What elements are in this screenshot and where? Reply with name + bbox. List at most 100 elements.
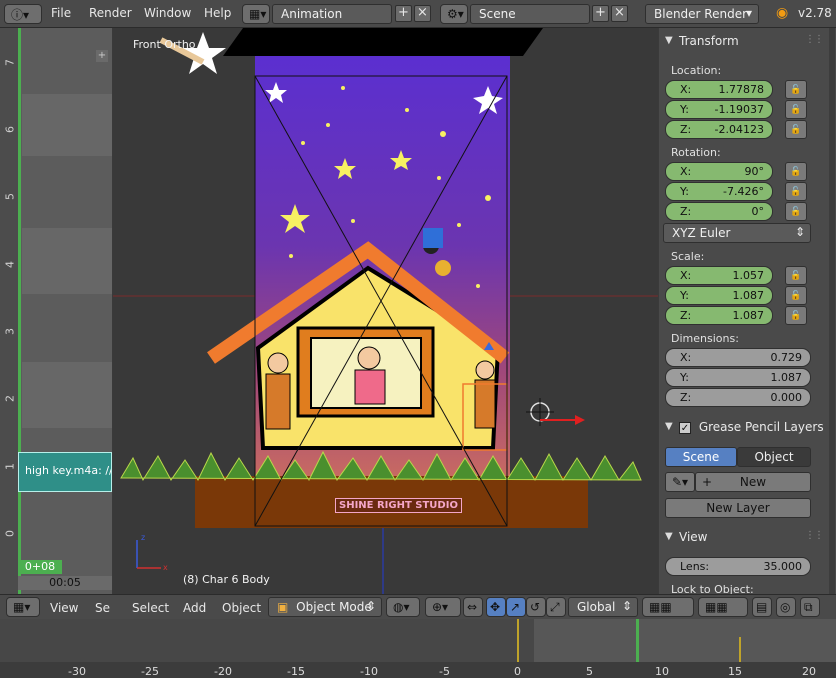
layout-icon[interactable]: ▦▾ [242, 4, 270, 24]
lock-icon[interactable]: 🔓 [785, 286, 807, 305]
lock-icon[interactable]: 🔓 [785, 202, 807, 221]
sequencer-editor[interactable]: 7 6 5 4 3 2 1 0 + [0, 28, 112, 594]
screenshot-icon[interactable]: ⧉ [800, 597, 820, 617]
lens-field[interactable]: Lens: 35.000 [665, 557, 811, 576]
sound-strip[interactable]: high key.m4a: //../ [18, 452, 112, 492]
time-label: 00:05 [18, 576, 112, 590]
grease-pencil-header[interactable]: ▼ ✓ Grease Pencil Layers [659, 416, 829, 438]
dimension-z-field[interactable]: Z: 0.000 [665, 388, 811, 407]
tick-label: -25 [141, 665, 159, 678]
lock-icon[interactable]: 🔓 [785, 120, 807, 139]
menu-help[interactable]: Help [204, 6, 231, 20]
lock-icon[interactable]: 🔓 [785, 182, 807, 201]
view-label: Front Ortho [133, 38, 196, 51]
editor-type-button[interactable]: ⓘ▾ [4, 4, 42, 24]
lock-icon[interactable]: 🔓 [785, 100, 807, 119]
orientation-select[interactable]: Global ⇕ [568, 597, 638, 617]
rotate-icon[interactable]: ↺ [526, 597, 546, 617]
lock-layers-icon[interactable]: ▤ [752, 597, 772, 617]
scale-x-field[interactable]: X: 1.057 [665, 266, 773, 285]
gp-object-tab[interactable]: Object [737, 447, 811, 467]
chevron-updown-icon: ⇕ [365, 599, 376, 613]
gp-pencil-icon[interactable]: ✎▾ [665, 472, 695, 492]
render-engine-select[interactable]: Blender Render ▾ [645, 4, 759, 24]
keyframe-marker[interactable] [517, 619, 519, 663]
collapse-triangle-icon: ▼ [665, 531, 673, 542]
add-workspace-icon[interactable]: + [395, 5, 412, 22]
drag-grip-icon[interactable]: ⋮⋮ [805, 34, 824, 45]
workspace-field[interactable]: Animation [272, 4, 392, 24]
scale-icon[interactable]: ⤢ [546, 597, 566, 617]
active-object-label: (8) Char 6 Body [183, 573, 270, 586]
version-label: v2.78 [798, 6, 832, 20]
menu-file[interactable]: File [51, 6, 71, 20]
add-region-icon[interactable]: + [96, 50, 108, 62]
mode-select[interactable]: ▣ Object Mode ⇕ [268, 597, 382, 617]
rotation-label: Rotation: [671, 146, 721, 159]
svg-text:z: z [141, 533, 145, 542]
tick-label: -20 [214, 665, 232, 678]
layers-grid-icon[interactable]: ▦▦ [642, 597, 694, 617]
manipulator-icon[interactable]: ✥ [486, 597, 506, 617]
scale-z-field[interactable]: Z: 1.087 [665, 306, 773, 325]
checkbox-checked-icon[interactable]: ✓ [679, 422, 691, 434]
tick-label: 10 [655, 665, 669, 678]
rotation-z-field[interactable]: Z: 0° [665, 202, 773, 221]
add-scene-icon[interactable]: + [592, 5, 609, 22]
layers-grid-icon[interactable]: ▦▦ [698, 597, 748, 617]
gp-new-button[interactable]: + New [695, 472, 811, 492]
gp-scene-tab[interactable]: Scene [665, 447, 737, 467]
scene-field[interactable]: Scene [470, 4, 590, 24]
channel-number: 6 [3, 126, 17, 133]
rotation-y-field[interactable]: Y: -7.426° [665, 182, 773, 201]
properties-panel[interactable]: ▼ Transform ⋮⋮ Location: X: 1.77878 🔓 Y: -… [659, 28, 836, 594]
drag-grip-icon[interactable]: ⋮⋮ [805, 530, 824, 541]
scale-y-field[interactable]: Y: 1.087 [665, 286, 773, 305]
rotation-x-field[interactable]: X: 90° [665, 162, 773, 181]
dimensions-label: Dimensions: [671, 332, 739, 345]
panel-scrollbar[interactable] [829, 28, 835, 594]
blender-logo-icon: ◉ [776, 5, 789, 21]
scene-icon[interactable]: ⚙▾ [440, 4, 468, 24]
pivot-icon[interactable]: ⊕▾ [425, 597, 461, 617]
menu-select[interactable]: Select [132, 601, 169, 615]
menu-render[interactable]: Render [89, 6, 132, 20]
tick-label: 20 [802, 665, 816, 678]
dimension-x-field[interactable]: X: 0.729 [665, 348, 811, 367]
menu-object[interactable]: Object [222, 601, 261, 615]
transform-header[interactable]: ▼ Transform ⋮⋮ [659, 30, 829, 52]
lock-icon[interactable]: 🔓 [785, 162, 807, 181]
close-workspace-icon[interactable]: × [414, 5, 431, 22]
view-header[interactable]: ▼ View ⋮⋮ [659, 526, 829, 548]
editor-type-button[interactable]: ▦▾ [6, 597, 40, 617]
cube-icon: ▣ [277, 600, 289, 614]
render-icon[interactable]: ◎ [776, 597, 796, 617]
seq-menu-view[interactable]: View [50, 601, 78, 615]
new-layer-button[interactable]: New Layer [665, 498, 811, 518]
close-scene-icon[interactable]: × [611, 5, 628, 22]
channel-number: 4 [3, 261, 17, 268]
scale-label: Scale: [671, 250, 705, 263]
keyframe-marker[interactable] [739, 637, 741, 663]
snap-icon[interactable]: ⇔ [463, 597, 483, 617]
dimension-y-field[interactable]: Y: 1.087 [665, 368, 811, 387]
translate-icon[interactable]: ↗ [506, 597, 526, 617]
rotation-mode-select[interactable]: XYZ Euler ⇕ [663, 223, 811, 243]
3d-viewport[interactable]: z x Front Ortho SHINE RIGHT STUDIO (8) C… [113, 28, 658, 594]
seq-menu-select[interactable]: Sel [95, 601, 111, 615]
channel-number: 3 [3, 328, 17, 335]
menu-add[interactable]: Add [183, 601, 206, 615]
location-x-field[interactable]: X: 1.77878 [665, 80, 773, 99]
location-y-field[interactable]: Y: -1.19037 [665, 100, 773, 119]
lock-to-object-label: Lock to Object: [671, 583, 754, 594]
lock-icon[interactable]: 🔓 [785, 306, 807, 325]
tick-label: 0 [514, 665, 521, 678]
location-z-field[interactable]: Z: -2.04123 [665, 120, 773, 139]
lock-icon[interactable]: 🔓 [785, 80, 807, 99]
channel-numbers [0, 28, 18, 594]
lock-icon[interactable]: 🔓 [785, 266, 807, 285]
menu-window[interactable]: Window [144, 6, 191, 20]
location-label: Location: [671, 64, 722, 77]
shading-icon[interactable]: ◍▾ [386, 597, 420, 617]
current-frame-line[interactable] [636, 619, 639, 663]
